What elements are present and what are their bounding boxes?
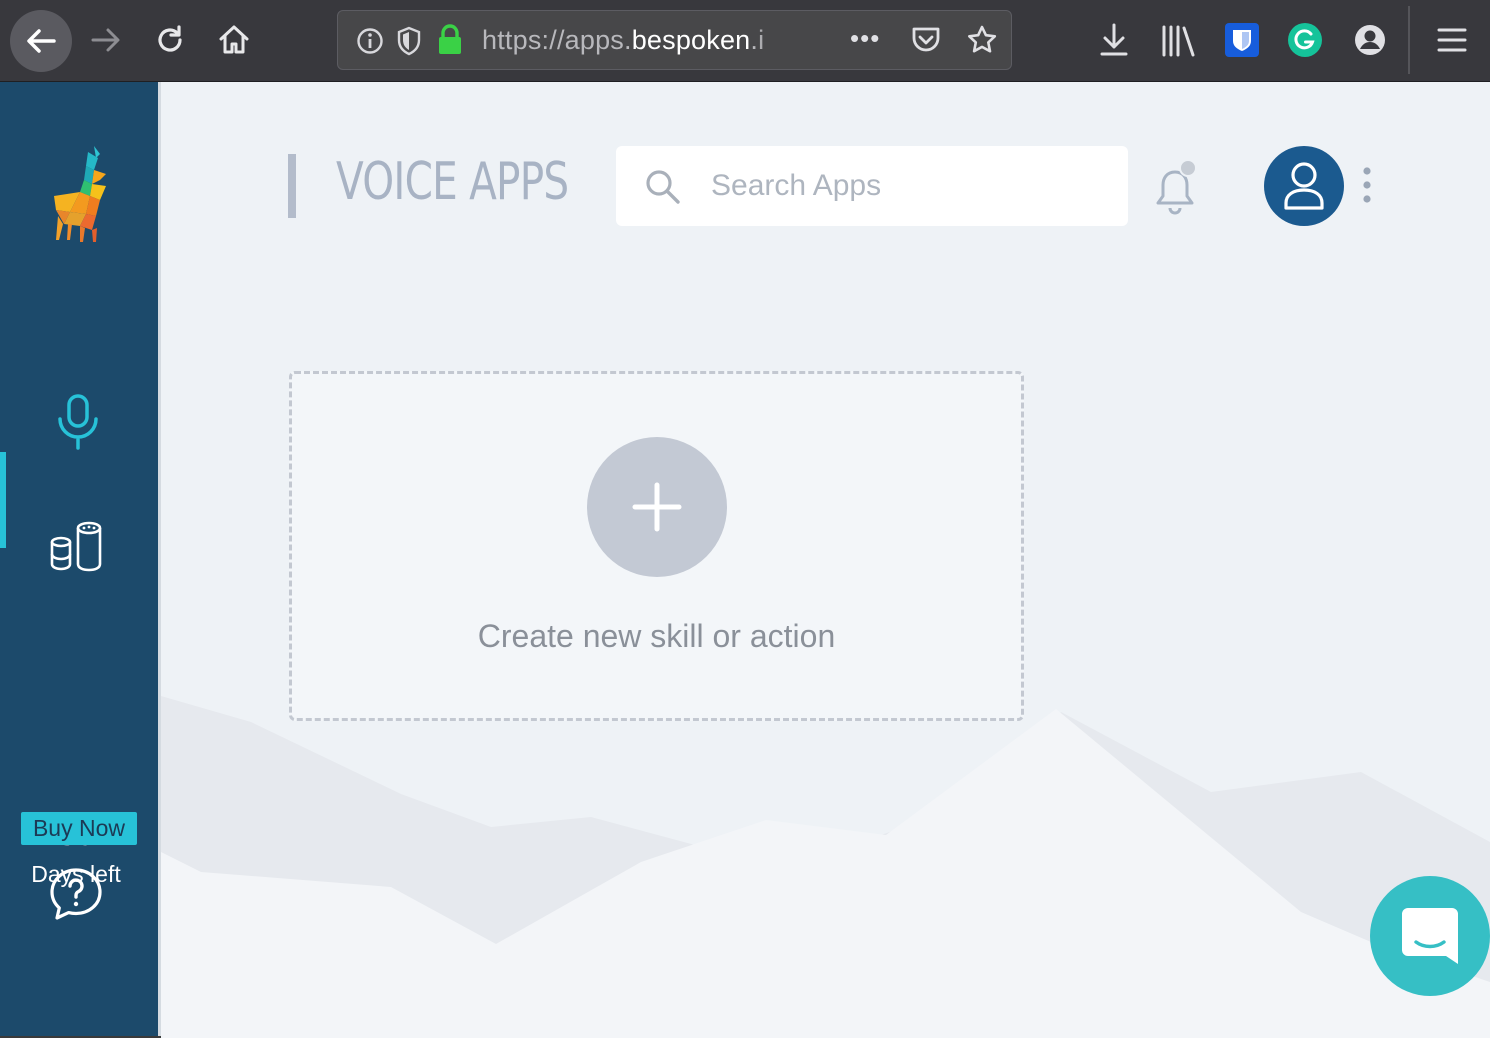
help-button[interactable]: [48, 866, 104, 922]
sidebar-item-devices[interactable]: [48, 518, 108, 574]
plus-icon: [632, 482, 682, 532]
reload-button[interactable]: [144, 14, 196, 66]
page-actions-button[interactable]: •••: [850, 23, 880, 54]
help-question-icon: [50, 868, 102, 920]
sidebar-item-voice-apps[interactable]: [50, 390, 106, 454]
account-icon[interactable]: [1352, 22, 1388, 58]
hamburger-menu-icon[interactable]: [1436, 26, 1468, 54]
url-prefix: https://apps.: [482, 25, 632, 55]
smart-speakers-icon: [50, 521, 102, 572]
toolbar-separator: [1408, 6, 1410, 74]
reload-icon: [158, 25, 182, 52]
home-icon: [219, 25, 249, 54]
chat-launcher-button[interactable]: [1370, 876, 1490, 996]
buy-now-button[interactable]: Buy Now: [21, 812, 137, 845]
add-button[interactable]: [587, 437, 727, 577]
main-content: VOICE APPS Create new skill or action: [161, 82, 1490, 1038]
url-domain: bespoken: [631, 25, 751, 55]
forward-button[interactable]: [80, 14, 132, 66]
library-icon[interactable]: [1160, 24, 1198, 58]
home-button[interactable]: [208, 14, 260, 66]
pocket-icon[interactable]: [910, 25, 942, 55]
lock-icon: [439, 24, 461, 54]
url-fade: [753, 17, 843, 63]
shield-icon[interactable]: [396, 26, 422, 56]
download-icon[interactable]: [1098, 22, 1130, 58]
microphone-icon: [58, 394, 98, 450]
create-skill-label: Create new skill or action: [477, 618, 836, 654]
back-button[interactable]: [10, 10, 72, 72]
url-bar[interactable]: https://apps.bespoken.i •••: [337, 10, 1012, 70]
url-text[interactable]: https://apps.bespoken.i: [482, 25, 764, 56]
create-skill-card[interactable]: Create new skill or action: [289, 371, 1024, 721]
arrow-right-icon: [91, 28, 120, 52]
arrow-left-icon: [27, 29, 56, 53]
info-icon[interactable]: [356, 27, 384, 55]
chat-icon: [1402, 908, 1458, 964]
bespoken-llama-logo-icon[interactable]: [50, 144, 112, 244]
bitwarden-icon[interactable]: [1224, 22, 1260, 58]
star-icon[interactable]: [966, 24, 998, 56]
active-nav-indicator: [0, 452, 6, 548]
grammarly-icon[interactable]: [1287, 22, 1323, 58]
browser-toolbar: https://apps.bespoken.i •••: [0, 0, 1490, 82]
